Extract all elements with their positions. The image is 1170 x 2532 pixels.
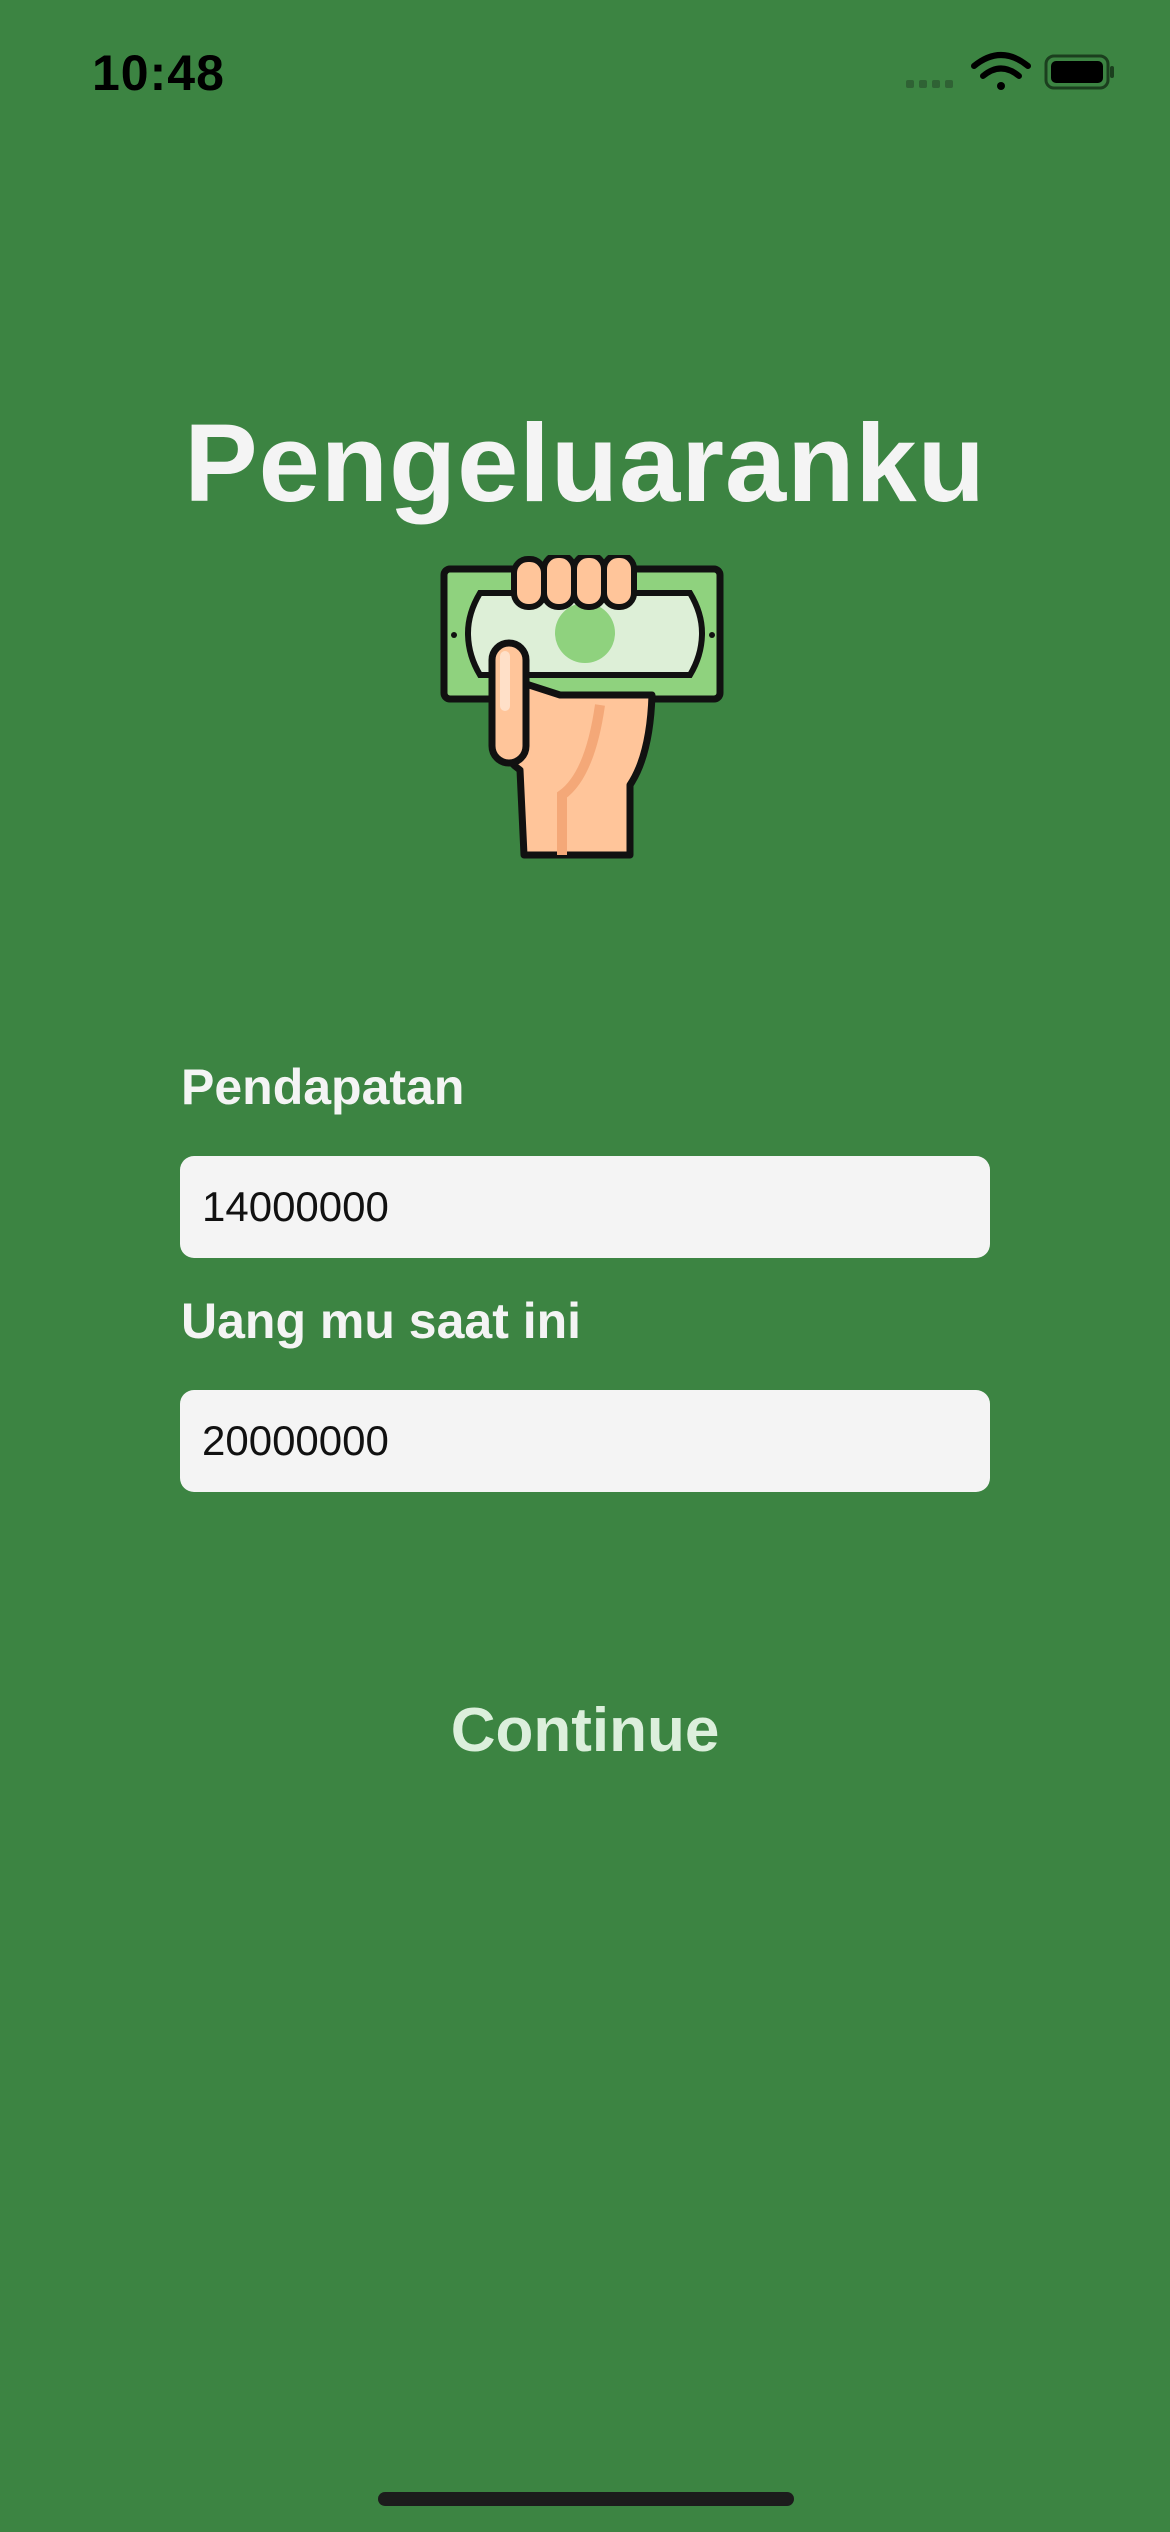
home-indicator[interactable] <box>378 2492 794 2506</box>
battery-icon <box>1044 54 1114 90</box>
continue-button[interactable]: Continue <box>385 1680 785 1780</box>
status-bar: 10:48 <box>0 0 1170 150</box>
wifi-icon <box>971 52 1031 90</box>
app-title: Pengeluaranku <box>184 402 986 525</box>
status-icons <box>906 52 1114 90</box>
status-time: 10:48 <box>92 45 225 101</box>
hand-holding-cash-icon <box>440 555 724 859</box>
income-field[interactable] <box>180 1156 990 1258</box>
income-label: Pendapatan <box>181 1059 465 1115</box>
cellular-signal-icon <box>906 80 953 88</box>
current-money-field[interactable] <box>180 1390 990 1492</box>
current-money-label: Uang mu saat ini <box>181 1293 582 1349</box>
